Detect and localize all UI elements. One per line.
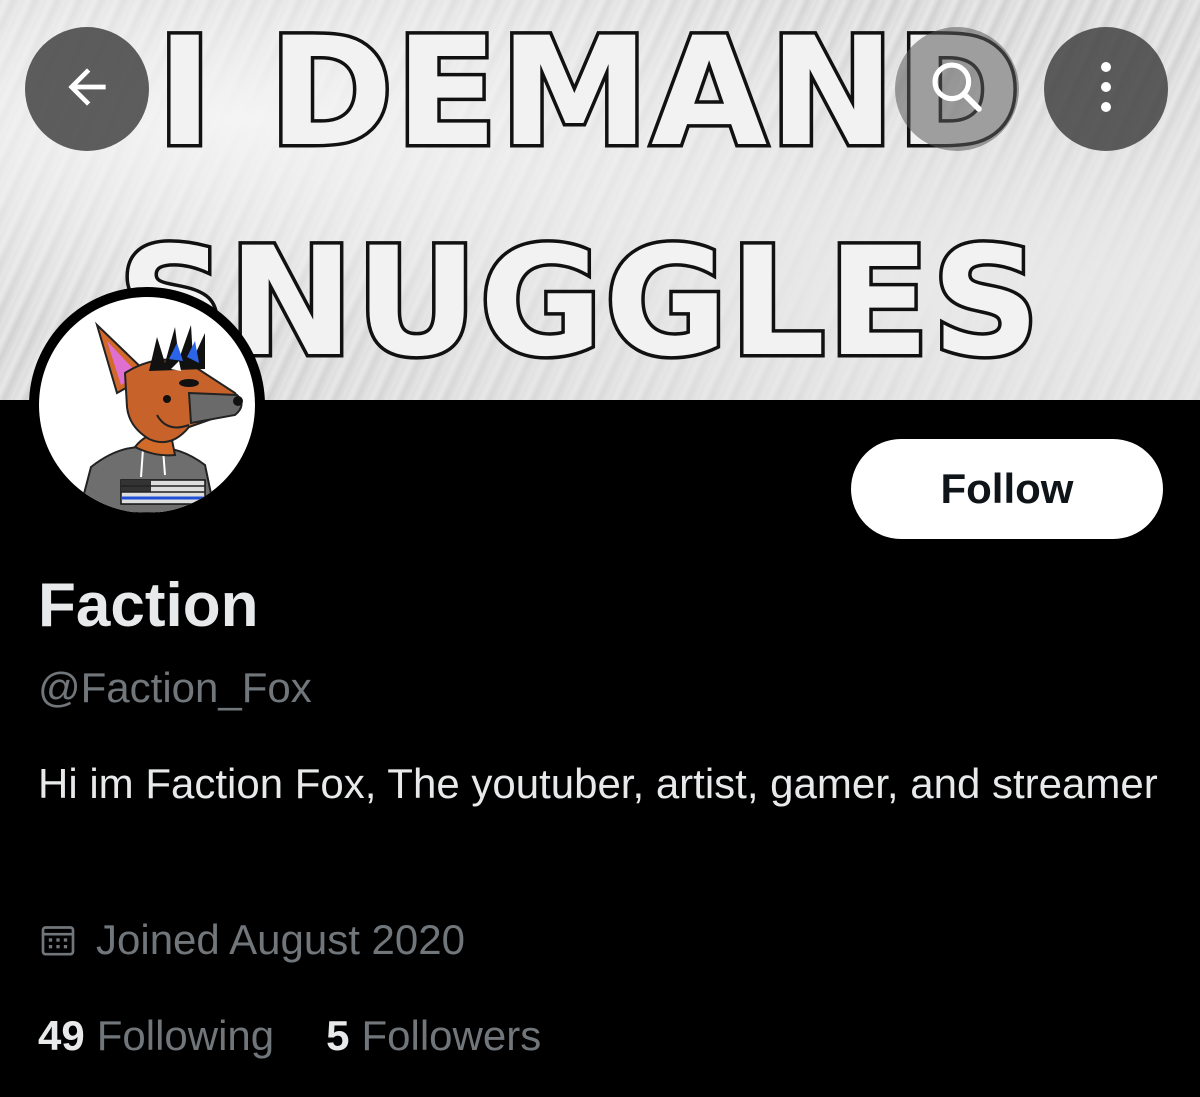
following-link[interactable]: 49 Following: [38, 1012, 274, 1060]
profile-page: I DEMAND SNUGGLES Follow Faction @Factio…: [0, 0, 1200, 1097]
display-name: Faction: [38, 571, 259, 640]
follow-stats: 49 Following 5 Followers: [38, 1012, 541, 1060]
followers-link[interactable]: 5 Followers: [326, 1012, 541, 1060]
joined-text: Joined August 2020: [96, 916, 465, 963]
more-vertical-icon: [1096, 57, 1116, 122]
follow-button[interactable]: Follow: [851, 439, 1163, 539]
followers-count: 5: [326, 1012, 350, 1059]
profile-bio: Hi im Faction Fox, The youtuber, artist,…: [38, 760, 1158, 807]
user-handle: @Faction_Fox: [38, 664, 312, 711]
more-options-button[interactable]: [1044, 27, 1168, 151]
search-button[interactable]: [895, 27, 1019, 151]
followers-label: Followers: [361, 1012, 542, 1059]
following-label: Following: [96, 1012, 275, 1059]
search-icon: [926, 56, 988, 123]
calendar-icon: [38, 920, 78, 960]
joined-date: Joined August 2020: [38, 916, 465, 964]
avatar-image: [39, 297, 255, 513]
profile-avatar[interactable]: [29, 287, 265, 523]
arrow-left-icon: [59, 59, 115, 120]
following-count: 49: [38, 1012, 85, 1059]
back-button[interactable]: [25, 27, 149, 151]
